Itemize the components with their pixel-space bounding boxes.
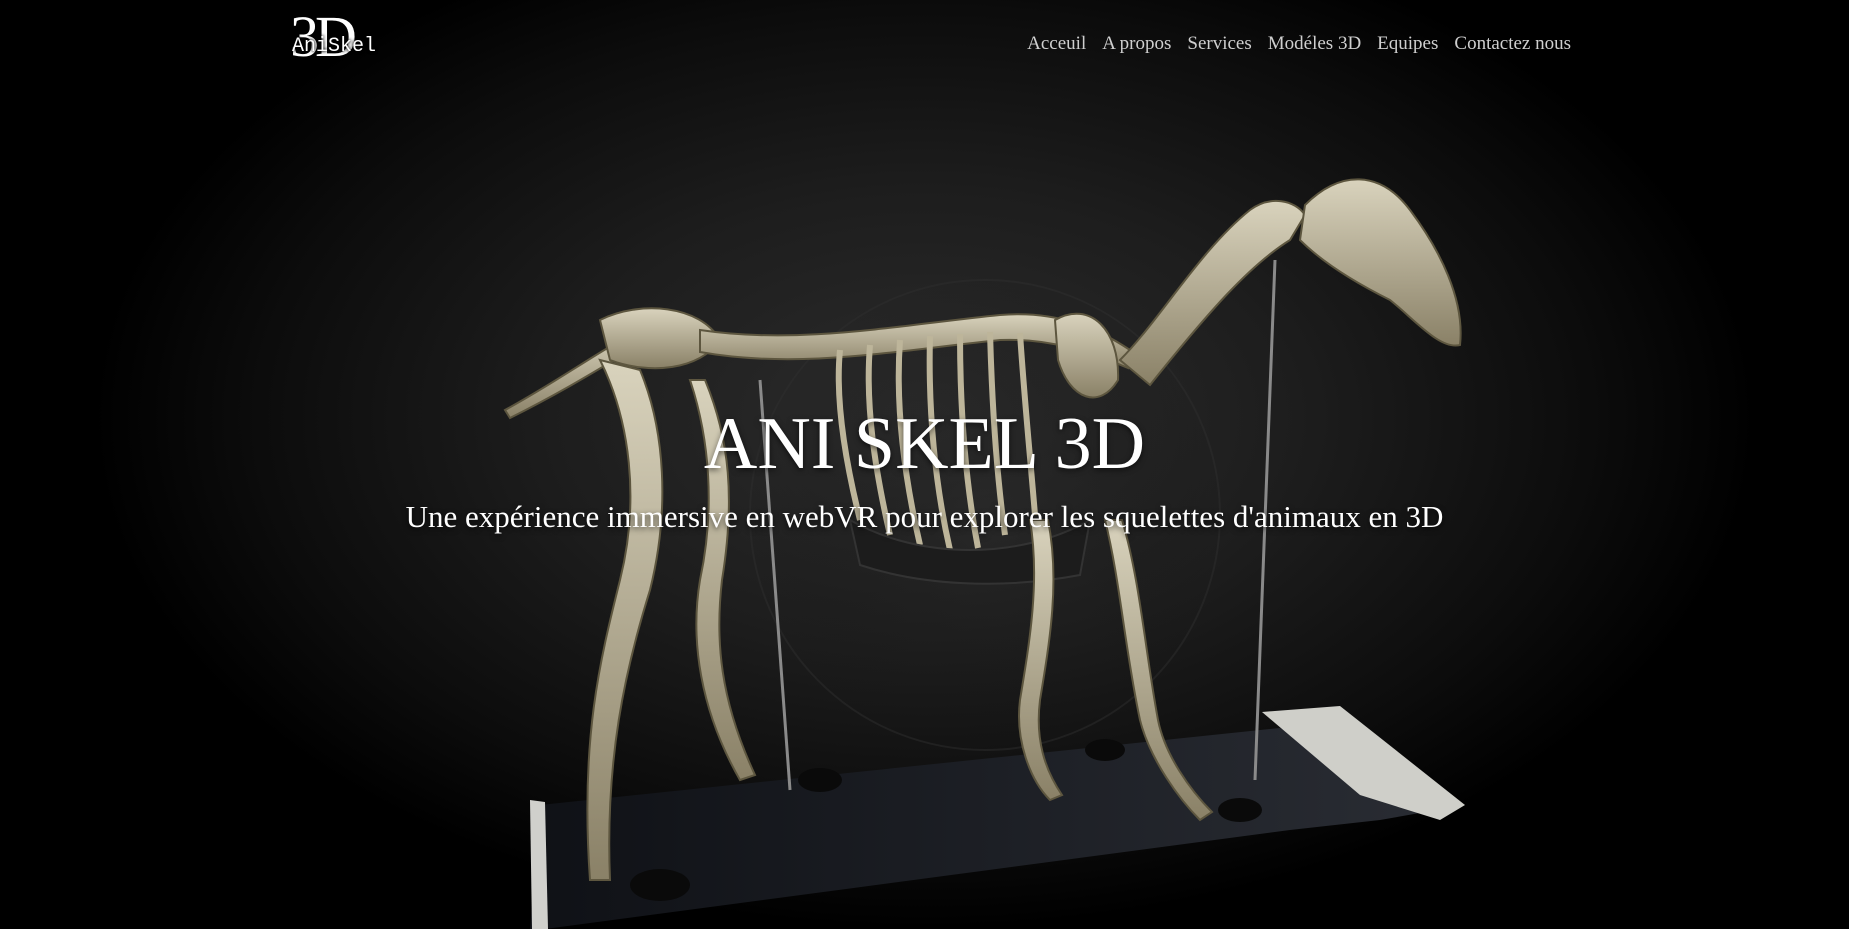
hero-subtitle: Une expérience immersive en webVR pour e… — [405, 499, 1444, 534]
nav-link-modeles-3d[interactable]: Modéles 3D — [1268, 31, 1361, 57]
site-logo[interactable]: 3D AniSkel — [290, 8, 380, 72]
hero-title: ANI SKEL 3D — [703, 403, 1146, 485]
logo-aniskel-text: AniSkel — [292, 35, 377, 58]
nav-link-services[interactable]: Services — [1187, 31, 1251, 57]
nav-link-contactez-nous[interactable]: Contactez nous — [1454, 31, 1571, 57]
nav-link-acceuil[interactable]: Acceuil — [1027, 31, 1086, 57]
hero-section: 3D AniSkel Acceuil A propos Services Mod… — [0, 0, 1849, 929]
main-nav: Acceuil A propos Services Modéles 3D Equ… — [1027, 31, 1571, 57]
nav-link-equipes[interactable]: Equipes — [1377, 31, 1438, 57]
nav-link-a-propos[interactable]: A propos — [1102, 31, 1171, 57]
